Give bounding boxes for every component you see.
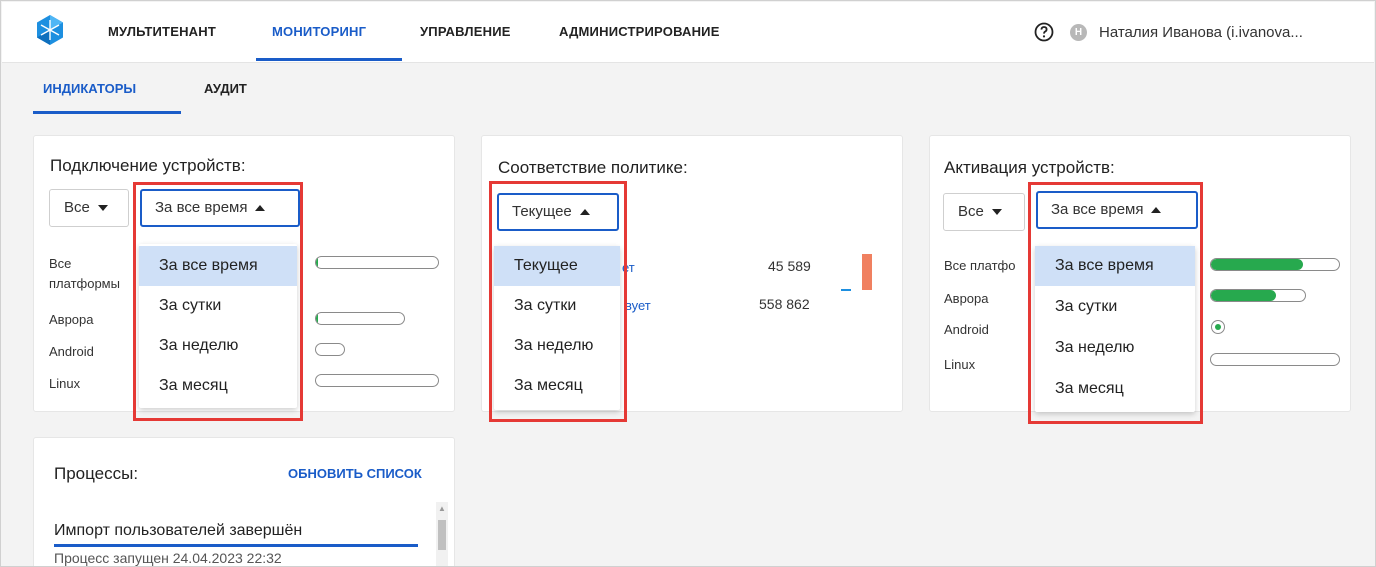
connection-bar xyxy=(315,374,439,387)
activation-card-title: Активация устройств: xyxy=(944,158,1115,177)
process-progress-bar xyxy=(54,544,418,547)
compliance-period-value: Текущее xyxy=(512,203,572,220)
dropdown-option[interactable]: За все время xyxy=(1035,246,1195,286)
connection-platform-value: Все xyxy=(64,199,90,216)
compliance-label-fragment: ет xyxy=(622,260,635,275)
caret-up-icon xyxy=(255,205,266,212)
user-name[interactable]: Наталия Иванова (i.ivanova... xyxy=(1099,24,1303,41)
compliance-chart-bar xyxy=(841,289,851,291)
avatar[interactable]: Н xyxy=(1070,24,1087,41)
activation-bar xyxy=(1210,258,1340,271)
connection-period-value: За все время xyxy=(155,199,248,216)
connection-platform-select[interactable]: Все xyxy=(49,189,129,227)
dropdown-option[interactable]: За неделю xyxy=(1035,328,1195,368)
activation-bar xyxy=(1210,353,1340,366)
process-item-title: Импорт пользователей завершён xyxy=(54,522,303,539)
nav-multitenant[interactable]: МУЛЬТИТЕНАНТ xyxy=(108,24,216,39)
dropdown-option[interactable]: За неделю xyxy=(139,326,297,366)
compliance-period-dropdown: Текущее За сутки За неделю За месяц xyxy=(494,246,620,410)
dropdown-option[interactable]: За месяц xyxy=(139,366,297,406)
processes-card-title: Процессы: xyxy=(54,464,139,483)
connection-card-title: Подключение устройств: xyxy=(50,156,246,175)
processes-card: Процессы: ОБНОВИТЬ СПИСОК Импорт пользов… xyxy=(33,437,455,566)
connection-row-label: Linux xyxy=(49,376,81,391)
connection-row-label: Android xyxy=(49,344,94,359)
dropdown-option[interactable]: За сутки xyxy=(1035,287,1195,327)
connection-period-dropdown: За все время За сутки За неделю За месяц xyxy=(139,244,297,408)
dropdown-option[interactable]: За неделю xyxy=(494,326,620,366)
dropdown-option[interactable]: За все время xyxy=(139,246,297,286)
caret-down-icon xyxy=(97,205,108,212)
scroll-up-icon[interactable]: ▲ xyxy=(437,504,447,514)
dropdown-option[interactable]: За месяц xyxy=(1035,369,1195,409)
connection-row-label: Аврора xyxy=(49,312,94,327)
tab-audit[interactable]: АУДИТ xyxy=(204,81,247,96)
compliance-card-title: Соответствие политике: xyxy=(498,158,688,177)
nav-active-indicator xyxy=(256,58,402,61)
app-frame: МУЛЬТИТЕНАНТ МОНИТОРИНГ УПРАВЛЕНИЕ АДМИН… xyxy=(0,0,1376,567)
dropdown-option[interactable]: За месяц xyxy=(494,366,620,406)
compliance-period-select[interactable]: Текущее xyxy=(497,193,619,231)
dropdown-option[interactable]: За сутки xyxy=(494,286,620,326)
activation-period-dropdown: За все время За сутки За неделю За месяц xyxy=(1035,246,1195,412)
activation-platform-value: Все xyxy=(958,203,984,220)
activation-period-select[interactable]: За все время xyxy=(1036,191,1198,229)
top-navigation-bar: МУЛЬТИТЕНАНТ МОНИТОРИНГ УПРАВЛЕНИЕ АДМИН… xyxy=(2,2,1374,63)
activation-row-label: Android xyxy=(944,322,989,337)
caret-up-icon xyxy=(1151,207,1162,214)
compliance-label-fragment: вует xyxy=(625,298,651,313)
caret-down-icon xyxy=(991,209,1002,216)
compliance-value: 558 862 xyxy=(759,296,810,312)
processes-scrollbar[interactable]: ▲ xyxy=(436,502,448,566)
connection-bar xyxy=(315,343,345,356)
activation-platform-select[interactable]: Все xyxy=(943,193,1025,231)
connection-row-label: платформы xyxy=(49,276,120,291)
dropdown-option[interactable]: За сутки xyxy=(139,286,297,326)
nav-management[interactable]: УПРАВЛЕНИЕ xyxy=(420,24,511,39)
activation-indicator xyxy=(1211,320,1225,334)
caret-up-icon xyxy=(579,209,590,216)
scroll-thumb[interactable] xyxy=(438,520,446,550)
activation-row-label: Linux xyxy=(944,357,976,372)
process-item-subtitle: Процесс запущен 24.04.2023 22:32 xyxy=(54,550,282,566)
activation-bar xyxy=(1210,289,1306,302)
tab-active-indicator xyxy=(33,111,181,114)
compliance-chart-bar xyxy=(862,254,872,290)
connection-bar xyxy=(315,256,439,269)
connection-bar xyxy=(315,312,405,325)
nav-monitoring[interactable]: МОНИТОРИНГ xyxy=(272,24,366,39)
connection-period-select[interactable]: За все время xyxy=(140,189,300,227)
connection-row-label: Все xyxy=(49,256,72,271)
compliance-value: 45 589 xyxy=(768,258,811,274)
activation-period-value: За все время xyxy=(1051,201,1144,218)
refresh-list-button[interactable]: ОБНОВИТЬ СПИСОК xyxy=(288,466,422,481)
logo-icon[interactable] xyxy=(34,14,66,46)
dropdown-option[interactable]: Текущее xyxy=(494,246,620,286)
activation-row-label: Аврора xyxy=(944,291,989,306)
help-icon[interactable] xyxy=(1034,22,1054,42)
activation-row-label: Все платфо xyxy=(944,258,1016,273)
tab-indicators[interactable]: ИНДИКАТОРЫ xyxy=(43,81,136,96)
nav-administration[interactable]: АДМИНИСТРИРОВАНИЕ xyxy=(559,24,720,39)
